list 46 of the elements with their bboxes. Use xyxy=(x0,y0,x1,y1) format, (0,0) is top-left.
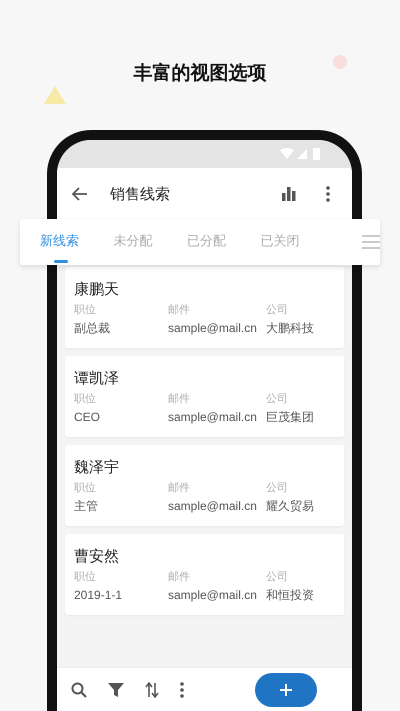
field-value: CEO xyxy=(74,409,102,426)
field-value: sample@mail.cn xyxy=(168,409,258,426)
field-value: 巨茂集团 xyxy=(266,409,315,426)
field-label: 邮件 xyxy=(168,569,191,585)
lead-card[interactable]: 康鹏天 职位 邮件 公司 副总裁 sample@mail.cn 大鹏科技 xyxy=(65,267,344,348)
field-value: 耀久贸易 xyxy=(266,498,315,515)
field-label: 邮件 xyxy=(168,391,191,407)
bar-chart-icon[interactable] xyxy=(282,187,296,201)
field-label: 公司 xyxy=(266,302,289,318)
page-heading: 丰富的视图选项 xyxy=(134,61,266,86)
screen-title: 销售线索 xyxy=(110,184,171,204)
filter-icon[interactable] xyxy=(108,682,124,698)
field-value: 大鹏科技 xyxy=(266,320,315,337)
field-value: sample@mail.cn xyxy=(168,587,258,604)
lead-card[interactable]: 魏泽宇 职位 邮件 公司 主管 sample@mail.cn 耀久贸易 xyxy=(65,445,344,526)
add-button[interactable] xyxy=(255,672,317,706)
lead-name: 曹安然 xyxy=(74,546,120,566)
status-icons xyxy=(280,148,322,160)
field-label: 公司 xyxy=(266,391,289,407)
field-label: 职位 xyxy=(74,302,97,318)
more-icon[interactable] xyxy=(180,682,184,698)
triangle-decoration xyxy=(44,86,66,104)
field-value: 2019-1-1 xyxy=(74,587,124,604)
field-value: 主管 xyxy=(74,498,99,515)
field-value: 和恒投资 xyxy=(266,587,315,604)
field-label: 公司 xyxy=(266,569,289,585)
search-icon[interactable] xyxy=(71,682,87,698)
field-label: 职位 xyxy=(74,391,97,407)
lead-card[interactable]: 曹安然 职位 邮件 公司 2019-1-1 sample@mail.cn 和恒投资 xyxy=(65,534,344,615)
back-icon[interactable] xyxy=(72,187,88,201)
lead-name: 谭凯泽 xyxy=(74,368,120,388)
field-value: 副总裁 xyxy=(74,320,111,337)
lead-card[interactable]: 谭凯泽 职位 邮件 公司 CEO sample@mail.cn 巨茂集团 xyxy=(65,356,344,437)
lead-name: 康鹏天 xyxy=(74,279,120,299)
more-icon[interactable] xyxy=(326,186,330,202)
field-value: sample@mail.cn xyxy=(168,498,258,515)
sort-icon[interactable] xyxy=(145,682,159,698)
field-label: 职位 xyxy=(74,569,97,585)
lead-name: 魏泽宇 xyxy=(74,457,120,477)
field-label: 邮件 xyxy=(168,302,191,318)
field-label: 邮件 xyxy=(168,480,191,496)
plus-icon xyxy=(280,684,292,696)
field-label: 公司 xyxy=(266,480,289,496)
circle-decoration xyxy=(333,55,347,69)
field-label: 职位 xyxy=(74,480,97,496)
field-value: sample@mail.cn xyxy=(168,320,258,337)
